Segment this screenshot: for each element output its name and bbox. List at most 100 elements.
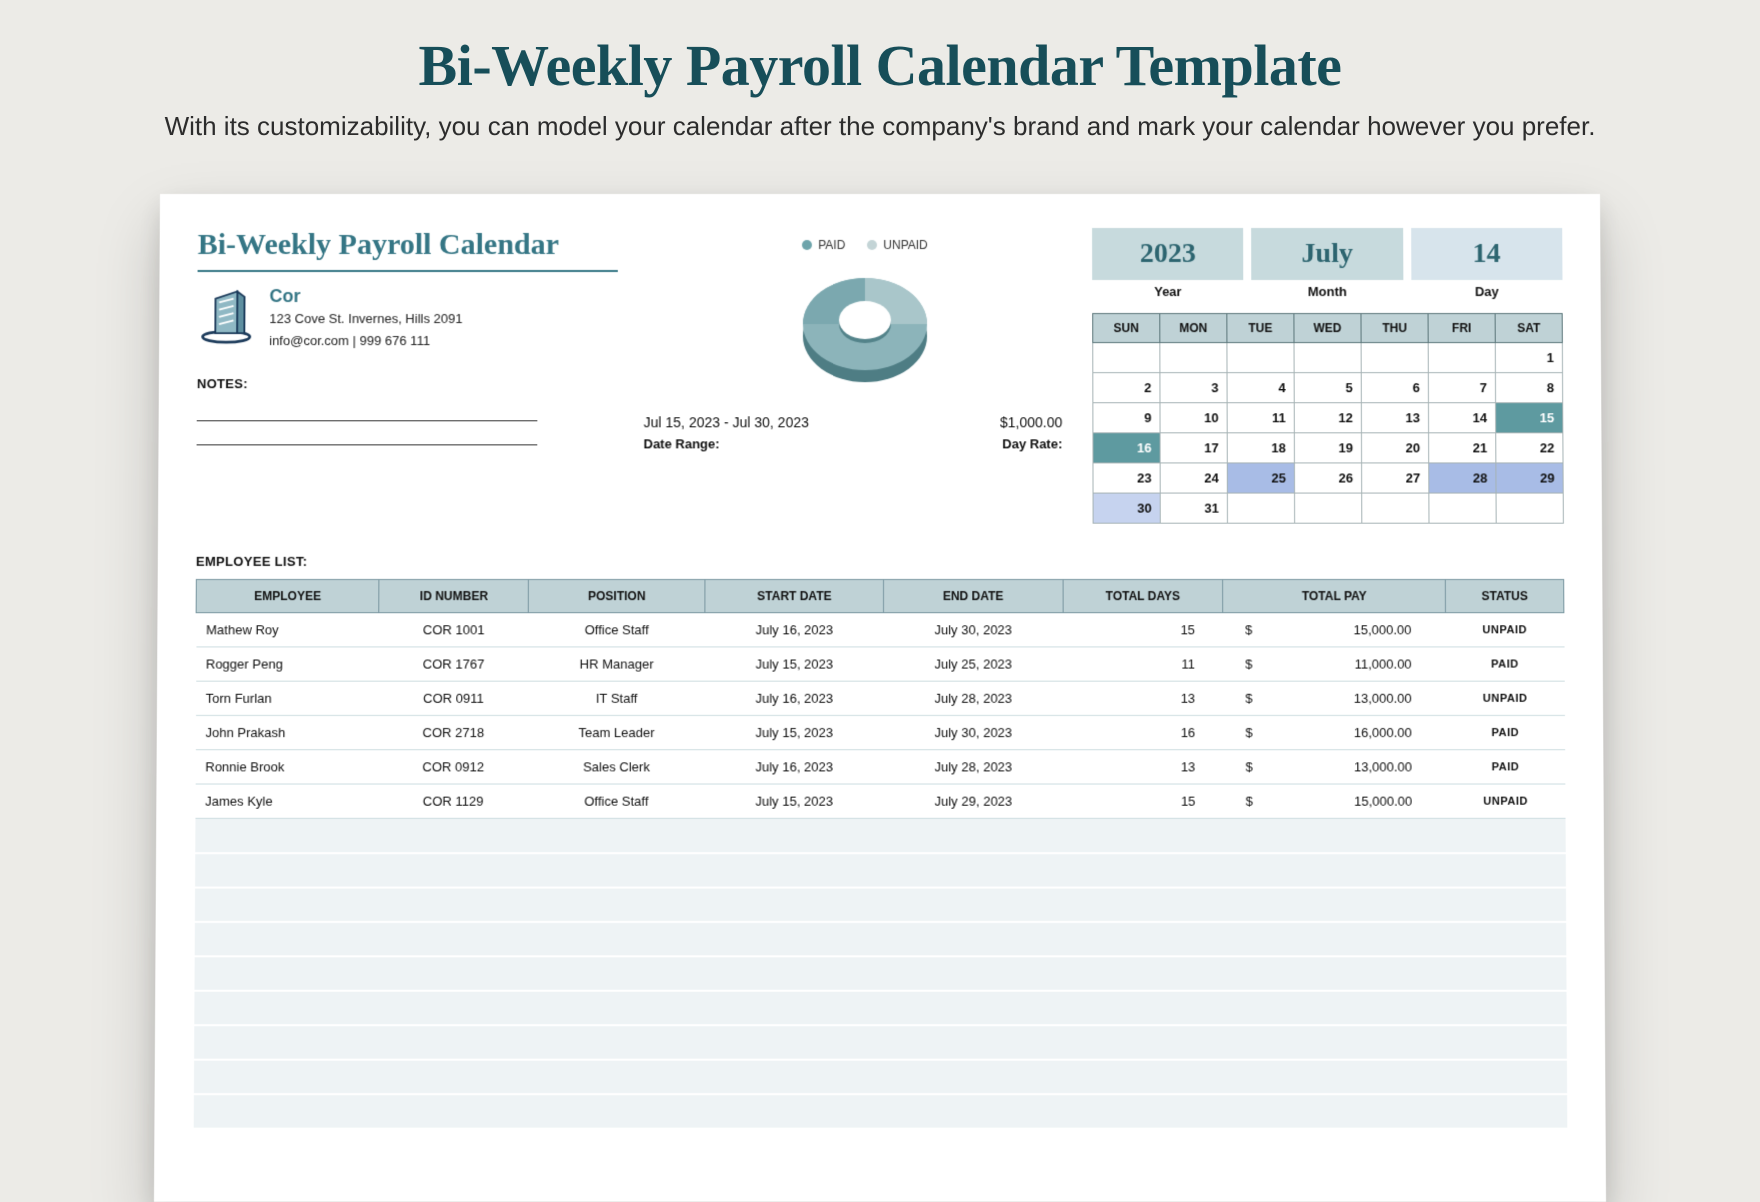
date-range-value: Jul 15, 2023 - Jul 30, 2023 [644, 414, 809, 430]
cal-cell[interactable]: 21 [1429, 433, 1496, 463]
table-row-empty[interactable] [194, 921, 1566, 955]
year-box[interactable]: 2023 [1092, 228, 1244, 280]
cal-cell[interactable]: 4 [1227, 373, 1294, 403]
cell-pay: $15,000.00 [1224, 784, 1447, 818]
cal-cell[interactable]: 8 [1495, 373, 1562, 403]
table-row[interactable]: Rogger PengCOR 1767HR ManagerJuly 15, 20… [196, 647, 1565, 681]
calendar[interactable]: SUNMONTUEWEDTHUFRISAT 123456789101112131… [1092, 313, 1564, 524]
table-row-empty[interactable] [195, 853, 1566, 887]
cal-cell[interactable]: 27 [1362, 463, 1429, 493]
cal-cell[interactable]: 9 [1093, 403, 1160, 433]
cal-cell[interactable] [1093, 343, 1160, 373]
cal-cell[interactable] [1361, 343, 1428, 373]
legend-dot-paid [802, 240, 812, 250]
company-contact: info@cor.com | 999 676 111 [269, 331, 462, 351]
table-row[interactable]: James KyleCOR 1129Office StaffJuly 15, 2… [195, 784, 1565, 818]
emp-header: TOTAL PAY [1223, 579, 1446, 612]
cal-cell[interactable]: 23 [1093, 463, 1160, 493]
cell-status: PAID [1446, 647, 1565, 681]
cal-cell[interactable]: 7 [1428, 373, 1495, 403]
cal-cell[interactable] [1160, 343, 1227, 373]
notes-lines[interactable] [197, 397, 638, 445]
cal-cell[interactable]: 14 [1428, 403, 1495, 433]
cal-cell[interactable]: 24 [1160, 463, 1227, 493]
cell-employee: Ronnie Brook [195, 750, 378, 784]
emp-header: POSITION [529, 579, 705, 612]
cell-id: COR 0912 [378, 750, 528, 784]
cal-dow: WED [1294, 314, 1361, 343]
page-subtitle: With its customizability, you can model … [0, 111, 1760, 142]
cal-cell[interactable]: 13 [1361, 403, 1428, 433]
cal-cell[interactable] [1428, 343, 1495, 373]
cal-cell[interactable] [1295, 493, 1362, 523]
table-row[interactable]: Mathew RoyCOR 1001Office StaffJuly 16, 2… [196, 613, 1564, 647]
cal-dow: MON [1160, 314, 1227, 343]
cal-cell[interactable]: 16 [1093, 433, 1160, 463]
cal-cell[interactable]: 5 [1294, 373, 1361, 403]
cal-cell[interactable]: 18 [1227, 433, 1294, 463]
table-row-empty[interactable] [194, 956, 1566, 990]
month-box[interactable]: July [1251, 228, 1403, 280]
emp-header: END DATE [884, 579, 1063, 612]
cell-start: July 16, 2023 [705, 613, 884, 647]
building-icon [197, 286, 255, 349]
table-row[interactable]: Ronnie BrookCOR 0912Sales ClerkJuly 16, … [195, 750, 1565, 784]
cell-employee: James Kyle [195, 784, 378, 818]
cell-status: UNPAID [1446, 784, 1565, 818]
cell-employee: John Prakash [195, 715, 378, 749]
cal-dow: TUE [1227, 314, 1294, 343]
cal-cell[interactable]: 25 [1227, 463, 1294, 493]
cell-status: PAID [1446, 715, 1565, 749]
cal-cell[interactable]: 17 [1160, 433, 1227, 463]
cal-cell[interactable] [1362, 493, 1429, 523]
legend-paid-label: PAID [818, 238, 845, 252]
cal-cell[interactable] [1496, 493, 1563, 523]
cal-cell[interactable]: 1 [1495, 343, 1562, 373]
cal-cell[interactable]: 26 [1294, 463, 1361, 493]
cal-cell[interactable]: 11 [1227, 403, 1294, 433]
table-row-empty[interactable] [194, 1025, 1567, 1059]
cal-cell[interactable]: 30 [1093, 493, 1160, 523]
cell-start: July 15, 2023 [705, 715, 884, 749]
cell-days: 15 [1063, 613, 1223, 647]
table-row-empty[interactable] [194, 887, 1565, 921]
emp-header: TOTAL DAYS [1063, 579, 1223, 612]
cal-cell[interactable]: 22 [1496, 433, 1563, 463]
cal-cell[interactable]: 19 [1294, 433, 1361, 463]
cal-cell[interactable]: 20 [1361, 433, 1428, 463]
cal-cell[interactable]: 12 [1294, 403, 1361, 433]
cell-pay: $13,000.00 [1223, 750, 1446, 784]
table-row-empty[interactable] [195, 818, 1565, 852]
cal-cell[interactable]: 28 [1429, 463, 1496, 493]
title-underline [198, 270, 618, 272]
cell-position: HR Manager [528, 647, 704, 681]
cell-days: 13 [1063, 750, 1224, 784]
cal-cell[interactable]: 6 [1361, 373, 1428, 403]
cal-cell[interactable]: 29 [1496, 463, 1563, 493]
month-label: Month [1252, 284, 1404, 299]
table-row-empty[interactable] [194, 990, 1566, 1024]
notes-label: NOTES: [197, 376, 638, 391]
cal-cell[interactable] [1227, 493, 1294, 523]
table-row[interactable]: Torn FurlanCOR 0911IT StaffJuly 16, 2023… [196, 681, 1565, 715]
cal-cell[interactable]: 15 [1496, 403, 1563, 433]
cal-cell[interactable]: 10 [1160, 403, 1227, 433]
year-label: Year [1092, 284, 1243, 299]
day-box[interactable]: 14 [1411, 228, 1563, 280]
cal-cell[interactable] [1429, 493, 1496, 523]
cal-cell[interactable]: 3 [1160, 373, 1227, 403]
table-row-empty[interactable] [193, 1059, 1566, 1093]
emp-header: STATUS [1445, 579, 1563, 612]
cell-position: Office Staff [528, 784, 705, 818]
cell-employee: Mathew Roy [196, 613, 379, 647]
table-row[interactable]: John PrakashCOR 2718Team LeaderJuly 15, … [195, 715, 1564, 749]
cal-cell[interactable] [1294, 343, 1361, 373]
cal-cell[interactable]: 31 [1160, 493, 1227, 523]
cell-id: COR 1001 [379, 613, 529, 647]
donut-chart [638, 258, 1093, 398]
day-rate-value: $1,000.00 [1000, 414, 1062, 430]
cal-cell[interactable]: 2 [1093, 373, 1160, 403]
cal-cell[interactable] [1227, 343, 1294, 373]
employee-table[interactable]: EMPLOYEEID NUMBERPOSITIONSTART DATEEND D… [193, 579, 1568, 1129]
table-row-empty[interactable] [193, 1094, 1567, 1128]
